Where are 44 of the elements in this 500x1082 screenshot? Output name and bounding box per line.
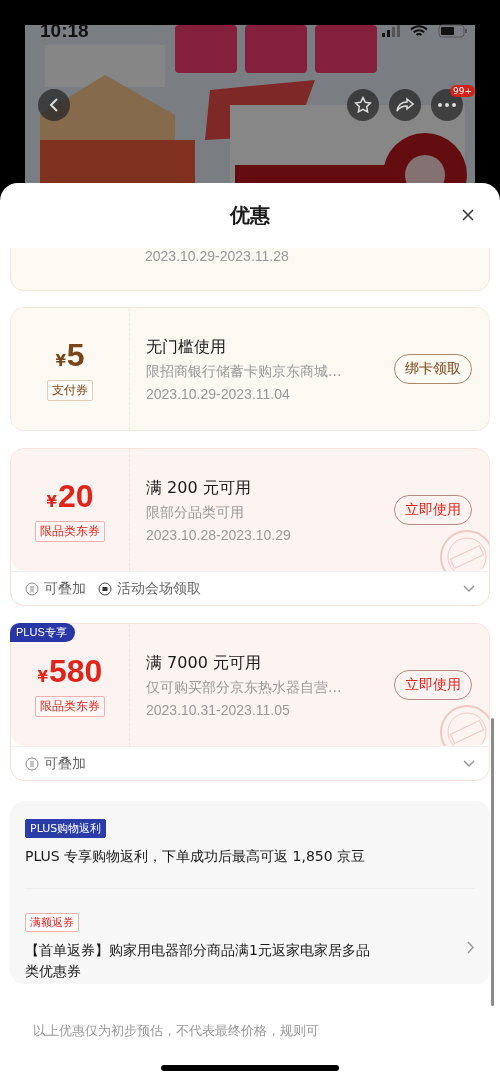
coupon-condition: 满 7000 元可用 (146, 652, 262, 674)
back-icon[interactable] (48, 97, 60, 113)
coupon-description: 限部分品类可用 (146, 503, 245, 522)
more-icon[interactable] (438, 103, 456, 107)
close-icon[interactable] (460, 207, 476, 223)
coupon-type-tag: 支付券 (47, 380, 93, 401)
chevron-down-icon[interactable] (463, 584, 475, 593)
coupon-amount: 5 (66, 337, 85, 374)
coupon-amount: 20 (57, 478, 94, 515)
coupon-note: 活动会场领取 (117, 579, 201, 598)
battery-icon (438, 24, 468, 38)
validity-date: 2023.10.28-2023.10.29 (146, 526, 292, 543)
chevron-down-icon[interactable] (463, 759, 475, 768)
disclaimer-text: 以上优惠仅为初步预估，不代表最终价格，规则可 (32, 1022, 320, 1040)
share-icon[interactable] (396, 97, 414, 113)
chevron-right-icon[interactable] (467, 940, 475, 954)
stack-icon (25, 581, 39, 596)
currency-sign: ¥ (55, 352, 66, 370)
coupon-condition: 满 200 元可用 (146, 477, 252, 499)
promotion-text: PLUS 专享购物返利，下单成功后最高可返 1,850 京豆 (25, 847, 366, 866)
promotion-tag: PLUS购物返利 (25, 819, 107, 838)
coupon-note: 可叠加 (44, 754, 86, 773)
star-icon[interactable] (354, 96, 372, 114)
wifi-icon (410, 24, 428, 38)
coupon-type-tag: 限品类东券 (35, 696, 105, 717)
signal-icon (382, 25, 400, 37)
coupon-description: 仅可购买部分京东热水器自营... (146, 678, 343, 697)
validity-date: 2023.10.29-2023.11.04 (146, 385, 291, 402)
venue-icon (98, 581, 112, 596)
status-time: 10:18 (40, 20, 89, 42)
coupon-note: 可叠加 (44, 579, 86, 598)
coupon-condition: 无门槛使用 (146, 336, 227, 358)
validity-date: 2023.10.29-2023.11.28 (145, 248, 289, 264)
promotion-text: 【首单返券】购家用电器部分商品满1元返家电家居多品类优惠券 (25, 941, 370, 981)
coupon-amount: 580 (49, 653, 103, 690)
coupon-description: 限招商银行储蓄卡购京东商城... (146, 362, 343, 381)
plus-badge: PLUS专享 (10, 623, 75, 642)
currency-sign: ¥ (37, 668, 48, 686)
validity-date: 2023.10.31-2023.11.05 (146, 701, 291, 718)
coupon-type-tag: 限品类东券 (35, 521, 105, 542)
stack-icon (25, 756, 39, 771)
promotion-tag: 满额返券 (25, 913, 79, 933)
currency-sign: ¥ (46, 493, 57, 511)
sheet-title: 优惠 (230, 202, 270, 229)
